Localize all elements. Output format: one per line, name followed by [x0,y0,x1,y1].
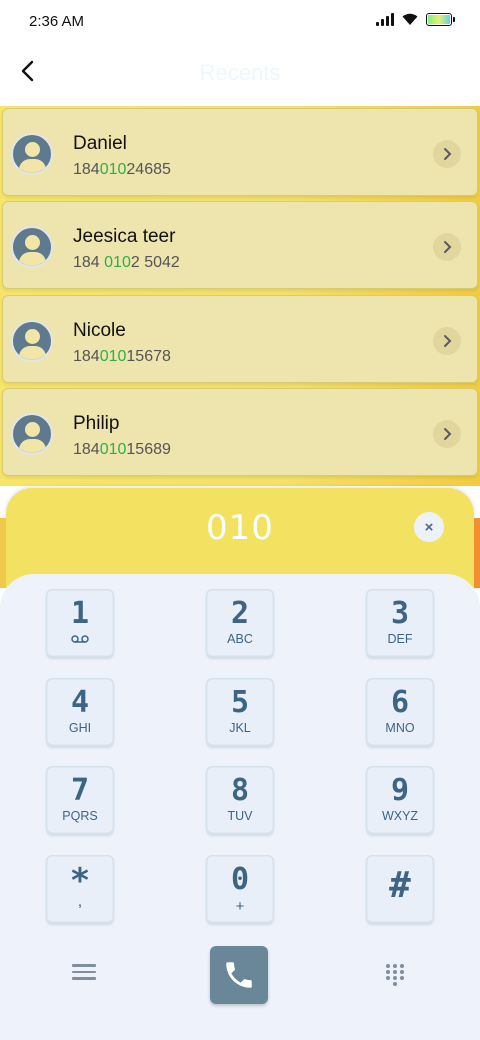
menu-button[interactable] [72,964,96,986]
key-8[interactable]: 8 TUV [206,766,274,834]
key-digit: 0 [230,862,250,897]
key-digit: # [389,865,411,906]
key-digit: 1 [70,596,90,631]
contact-row-jeesica-teer[interactable]: Jeesica teer 184 0102 5042 [2,201,478,289]
contact-detail-button[interactable] [433,420,461,448]
key-digit: 6 [390,685,410,720]
dialpad-toggle-button[interactable] [384,963,406,987]
avatar-icon [11,413,53,455]
wifi-icon [402,13,418,25]
page-title: Recents [199,60,281,85]
contact-name: Nicole [73,320,126,341]
signal-icon [376,13,394,26]
status-icons [376,13,455,26]
key-digit: 2 [230,596,250,631]
key-letters: WXYZ [381,809,419,823]
key-9[interactable]: 9 WXYZ [366,766,434,834]
phone-match-highlight: 010 [104,254,131,271]
key-6[interactable]: 6 MNO [366,678,434,746]
chevron-right-icon [444,428,452,440]
call-button[interactable] [210,946,268,1004]
contact-name: Philip [73,413,120,434]
contact-detail-button[interactable] [433,233,461,261]
key-digit: 3 [390,596,410,631]
chevron-right-icon [444,241,452,253]
dial-display: 010 × [0,488,480,588]
key-3[interactable]: 3 DEF [366,589,434,657]
phone-match-highlight: 010 [99,161,127,178]
contact-detail-button[interactable] [433,140,461,168]
key-letters: PQRS [62,809,98,823]
avatar-icon [11,320,53,362]
key-letters: JKL [229,721,251,735]
key-digit: 5 [230,685,250,720]
phone-icon [226,962,252,988]
avatar-icon [11,133,53,175]
phone-match-highlight: 010 [99,441,127,458]
key-2[interactable]: 2 ABC [206,589,274,657]
key-5[interactable]: 5 JKL [206,678,274,746]
key-digit: 9 [390,773,410,808]
phone-match-highlight: 010 [99,348,127,365]
contact-row-nicole[interactable]: Nicole 18401015678 [2,295,478,383]
menu-icon [72,964,96,980]
key-digit: 7 [70,773,90,808]
key-1[interactable]: 1 [46,589,114,657]
key-letters: ABC [227,632,253,646]
contact-phone: 18401024685 [73,161,171,178]
contact-phone: 18401015689 [73,441,171,458]
battery-icon [426,13,455,26]
key-digit: 8 [230,773,250,808]
key-letters: , [77,893,83,910]
key-letters: TUV [227,809,253,823]
contact-name: Jeesica teer [73,226,176,247]
status-bar: 2:36 AM [0,0,480,44]
contact-phone: 18401015678 [73,348,171,365]
avatar-icon [11,226,53,268]
dialed-number: 010 [206,508,274,548]
key-digit: 4 [70,685,90,720]
contact-row-daniel[interactable]: Daniel 18401024685 [2,108,478,196]
contact-name: Daniel [73,133,127,154]
contact-detail-button[interactable] [433,327,461,355]
dialpad-icon [386,964,404,986]
contact-phone: 184 0102 5042 [73,254,180,271]
header: Recents [0,44,480,106]
key-0[interactable]: 0 + [206,855,274,923]
key-4[interactable]: 4 GHI [46,678,114,746]
key-letters: DEF [387,632,413,646]
status-time: 2:36 AM [29,13,85,30]
key-letters: + [235,898,245,915]
key-letters: MNO [385,721,415,735]
key-star[interactable]: * , [46,855,114,923]
clear-button[interactable]: × [414,512,444,542]
dialer-action-bar [0,946,480,1006]
key-7[interactable]: 7 PQRS [46,766,114,834]
contact-row-philip[interactable]: Philip 18401015689 [2,388,478,476]
key-letters: GHI [68,721,92,735]
chevron-right-icon [444,335,452,347]
chevron-right-icon [444,148,452,160]
voicemail-icon [71,635,89,643]
key-hash[interactable]: # [366,855,434,923]
